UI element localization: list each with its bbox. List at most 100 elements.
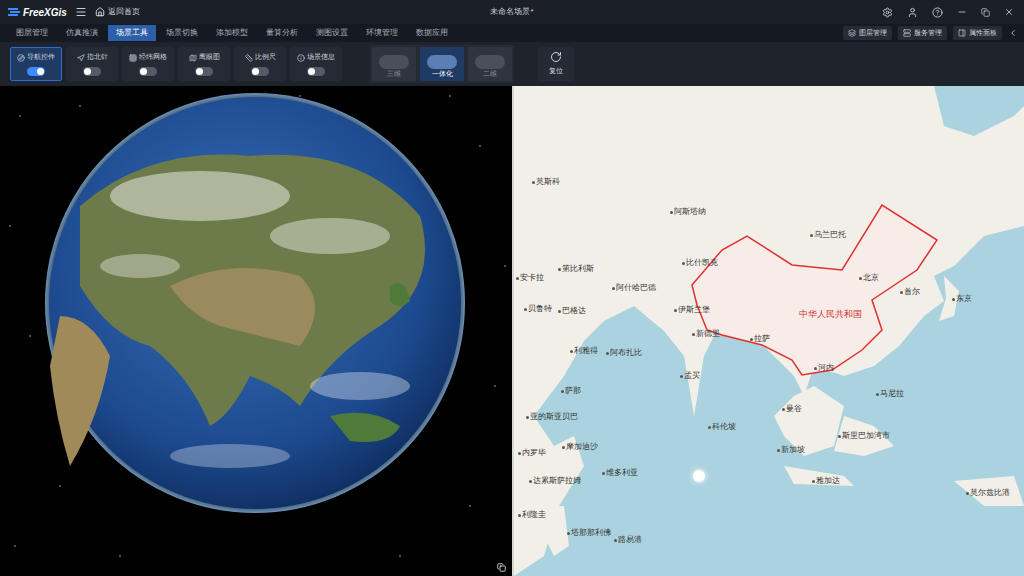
place-label[interactable]: 萨那 bbox=[561, 386, 581, 396]
menu-tab[interactable]: 量算分析 bbox=[258, 25, 306, 41]
tool-item[interactable]: 比例尺 bbox=[234, 47, 286, 81]
menu-icon[interactable] bbox=[75, 6, 87, 18]
view-mode[interactable]: 三维 bbox=[372, 47, 416, 81]
place-label[interactable]: 巴格达 bbox=[558, 306, 586, 316]
reset-button[interactable]: 复位 bbox=[538, 47, 574, 81]
place-label[interactable]: 斯里巴加湾市 bbox=[838, 431, 890, 441]
title-bar: FreeXGis返回首页未命名场景* bbox=[0, 0, 1024, 24]
panel-icon bbox=[848, 29, 856, 37]
place-dot bbox=[562, 446, 565, 449]
place-label[interactable]: 内罗毕 bbox=[518, 448, 546, 458]
home-button[interactable]: 返回首页 bbox=[95, 6, 140, 18]
place-label[interactable]: 摩加迪沙 bbox=[562, 442, 598, 452]
help-icon[interactable] bbox=[932, 7, 943, 18]
place-label[interactable]: 首尔 bbox=[900, 287, 920, 297]
place-label[interactable]: 雅加达 bbox=[812, 476, 840, 486]
title-right bbox=[874, 7, 1024, 18]
place-label[interactable]: 利雅得 bbox=[570, 346, 598, 356]
place-label[interactable]: 塔那那利佛 bbox=[567, 528, 611, 538]
place-dot bbox=[900, 291, 903, 294]
collapse-icon[interactable] bbox=[1008, 28, 1018, 38]
place-dot bbox=[606, 352, 609, 355]
user-icon[interactable] bbox=[907, 7, 918, 18]
place-label[interactable]: 孟买 bbox=[680, 371, 700, 381]
place-label[interactable]: 利隆圭 bbox=[518, 510, 546, 520]
place-label[interactable]: 乌兰巴托 bbox=[810, 230, 846, 240]
toggle-knob bbox=[84, 68, 91, 75]
menu-tab[interactable]: 场景切换 bbox=[158, 25, 206, 41]
minimize-icon[interactable] bbox=[957, 7, 967, 17]
place-label[interactable]: 亚的斯亚贝巴 bbox=[526, 412, 578, 422]
tool-icon bbox=[129, 54, 137, 62]
place-dot bbox=[859, 277, 862, 280]
place-dot bbox=[814, 367, 817, 370]
place-label[interactable]: 达累斯萨拉姆 bbox=[529, 476, 581, 486]
menu-tab[interactable]: 仿真推演 bbox=[58, 25, 106, 41]
place-label[interactable]: 阿什哈巴德 bbox=[612, 283, 656, 293]
toggle-knob bbox=[252, 68, 259, 75]
right-buttons: 图层管理服务管理属性面板 bbox=[843, 26, 1018, 40]
place-label[interactable]: 伊斯兰堡 bbox=[674, 305, 710, 315]
place-label[interactable]: 拉萨 bbox=[750, 334, 770, 344]
title-left: FreeXGis返回首页 bbox=[0, 5, 150, 20]
place-label[interactable]: 新加坡 bbox=[777, 445, 805, 455]
panel-button[interactable]: 服务管理 bbox=[898, 26, 947, 40]
place-label[interactable]: 路易港 bbox=[614, 535, 642, 545]
tool-item[interactable]: 经纬网格 bbox=[122, 47, 174, 81]
place-label[interactable]: 莫斯科 bbox=[532, 177, 560, 187]
place-label[interactable]: 安卡拉 bbox=[516, 273, 544, 283]
place-label[interactable]: 东京 bbox=[952, 294, 972, 304]
place-label[interactable]: 阿斯塔纳 bbox=[670, 207, 706, 217]
map-view[interactable]: 中华人民共和国莫斯科阿斯塔纳乌兰巴托第比利斯比什凯克安卡拉阿什哈巴德伊斯兰堡贝鲁… bbox=[514, 86, 1024, 576]
tool-item[interactable]: 鹰眼图 bbox=[178, 47, 230, 81]
view-mode[interactable]: 一体化 bbox=[420, 47, 464, 81]
place-label[interactable]: 维多利亚 bbox=[602, 468, 638, 478]
gear-icon[interactable] bbox=[882, 7, 893, 18]
place-label[interactable]: 科伦坡 bbox=[708, 422, 736, 432]
place-label[interactable]: 第比利斯 bbox=[558, 264, 594, 274]
view-mode[interactable]: 二维 bbox=[468, 47, 512, 81]
close-icon[interactable] bbox=[1004, 7, 1014, 17]
tool-item[interactable]: 指北针 bbox=[66, 47, 118, 81]
tool-item[interactable]: 场景信息 bbox=[290, 47, 342, 81]
place-dot bbox=[518, 452, 521, 455]
view-modes: 三维一体化二维 bbox=[370, 45, 514, 83]
place-dot bbox=[966, 492, 969, 495]
restore-icon[interactable] bbox=[981, 8, 990, 17]
panel-button[interactable]: 图层管理 bbox=[843, 26, 892, 40]
menu-tab[interactable]: 数据应用 bbox=[408, 25, 456, 41]
view-thumbnail bbox=[427, 55, 457, 69]
toggle-switch[interactable] bbox=[251, 67, 269, 76]
toggle-switch[interactable] bbox=[307, 67, 325, 76]
app: FreeXGis返回首页未命名场景*图层管理仿真推演场景工具场景切换添加模型量算… bbox=[0, 0, 1024, 576]
place-label[interactable]: 贝鲁特 bbox=[524, 304, 552, 314]
toggle-knob bbox=[140, 68, 147, 75]
place-label[interactable]: 马尼拉 bbox=[876, 389, 904, 399]
globe-view[interactable] bbox=[0, 86, 512, 576]
place-dot bbox=[567, 532, 570, 535]
toggle-switch[interactable] bbox=[139, 67, 157, 76]
place-label[interactable]: 河内 bbox=[814, 363, 834, 373]
menu-tab[interactable]: 图层管理 bbox=[8, 25, 56, 41]
place-dot bbox=[602, 472, 605, 475]
place-label[interactable]: 曼谷 bbox=[782, 404, 802, 414]
panel-button[interactable]: 属性面板 bbox=[953, 26, 1002, 40]
tool-item[interactable]: 导航控件 bbox=[10, 47, 62, 81]
place-label[interactable]: 莫尔兹比港 bbox=[966, 488, 1010, 498]
place-label[interactable]: 北京 bbox=[859, 273, 879, 283]
menu-tab[interactable]: 环境管理 bbox=[358, 25, 406, 41]
split-icon[interactable] bbox=[497, 563, 506, 572]
menu-tab[interactable]: 场景工具 bbox=[108, 25, 156, 41]
toggle-switch[interactable] bbox=[83, 67, 101, 76]
toggle-switch[interactable] bbox=[27, 67, 45, 76]
place-dot bbox=[558, 268, 561, 271]
place-dot bbox=[561, 390, 564, 393]
toggle-switch[interactable] bbox=[195, 67, 213, 76]
place-label[interactable]: 新德里 bbox=[692, 329, 720, 339]
place-label[interactable]: 比什凯克 bbox=[682, 258, 718, 268]
place-dot bbox=[952, 298, 955, 301]
place-label[interactable]: 阿布扎比 bbox=[606, 348, 642, 358]
place-dot bbox=[777, 449, 780, 452]
menu-tab[interactable]: 添加模型 bbox=[208, 25, 256, 41]
menu-tab[interactable]: 测图设置 bbox=[308, 25, 356, 41]
